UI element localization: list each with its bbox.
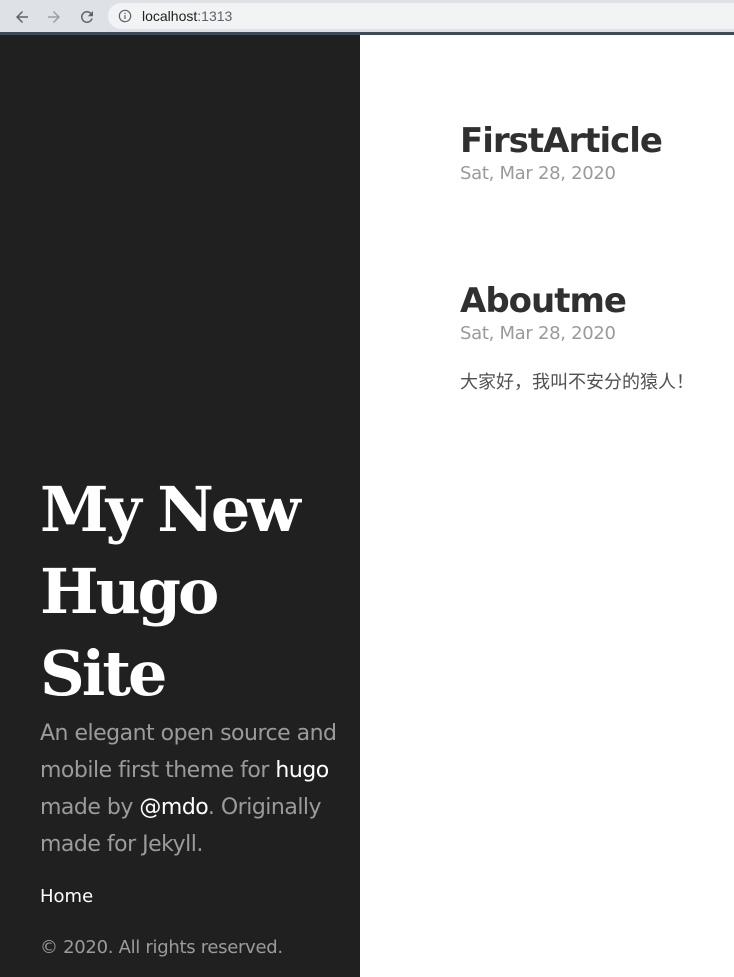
site-title[interactable]: My New Hugo Site <box>40 469 340 715</box>
site-title-line: Hugo <box>40 555 219 628</box>
post-date: Sat, Mar 28, 2020 <box>460 323 616 344</box>
reload-icon <box>80 10 93 23</box>
site-description: An elegant open source and mobile first … <box>40 715 340 863</box>
author-link[interactable]: @mdo <box>139 795 208 820</box>
copyright: © 2020. All rights reserved. <box>40 937 283 958</box>
arrow-right-icon <box>48 11 60 23</box>
address-bar[interactable]: localhost:1313 <box>108 3 734 29</box>
sidebar: My New Hugo Site An elegant open source … <box>0 35 360 977</box>
post-summary: 大家好，我叫不安分的猿人！ <box>460 372 694 393</box>
url-text: localhost:1313 <box>142 7 232 25</box>
nav-home-link[interactable]: Home <box>40 885 93 909</box>
site-title-line: Site <box>40 637 167 710</box>
post-title: Aboutme <box>460 281 734 321</box>
post-title: FirstArticle <box>460 121 734 161</box>
back-button[interactable] <box>11 6 33 28</box>
post-date: Sat, Mar 28, 2020 <box>460 163 616 184</box>
post-item: Aboutme Sat, Mar 28, 2020 大家好，我叫不安分的猿人！ <box>460 281 734 396</box>
post-title-link[interactable]: FirstArticle <box>460 121 663 161</box>
info-icon[interactable] <box>118 9 132 23</box>
post-title-link[interactable]: Aboutme <box>460 281 627 321</box>
url-port: :1313 <box>197 8 233 24</box>
url-host: localhost <box>142 8 198 24</box>
hugo-link[interactable]: hugo <box>275 758 329 783</box>
lead-text: made by <box>40 795 140 820</box>
reload-button[interactable] <box>76 6 98 28</box>
arrow-left-icon <box>16 11 28 23</box>
forward-button[interactable] <box>43 6 65 28</box>
site-title-line: My New <box>40 473 301 546</box>
post-item: FirstArticle Sat, Mar 28, 2020 <box>460 121 734 186</box>
browser-toolbar: localhost:1313 <box>0 0 734 35</box>
